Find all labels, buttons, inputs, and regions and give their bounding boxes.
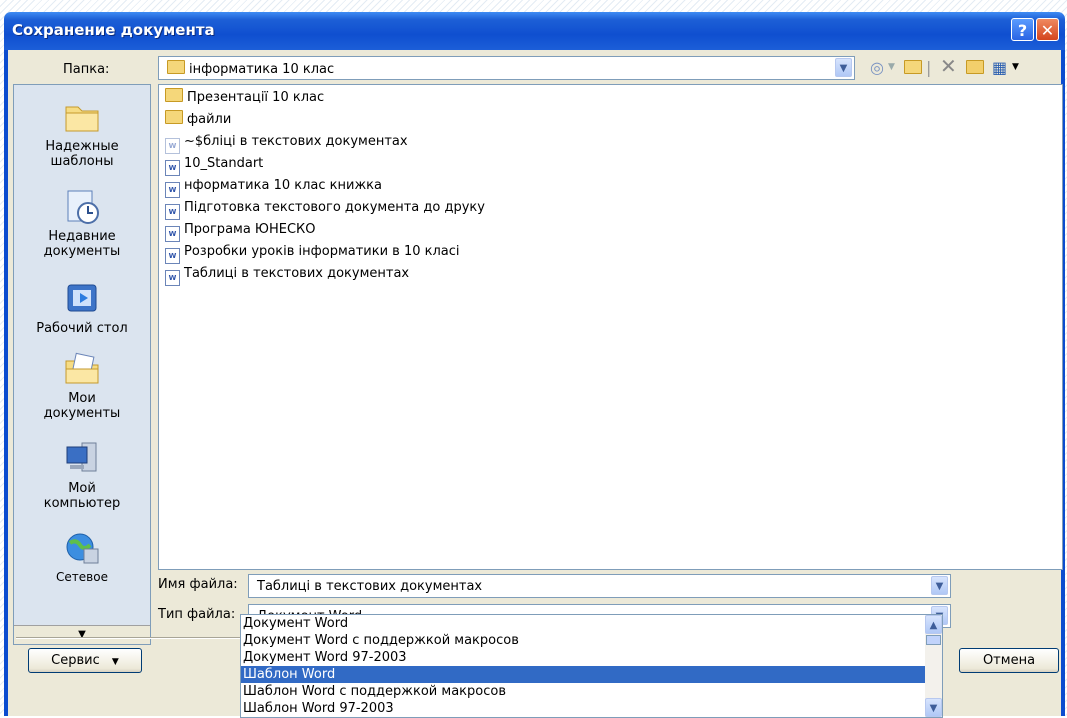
help-button[interactable]: ?: [1011, 18, 1034, 41]
dropdown-scrollbar[interactable]: ▲ ▼: [925, 615, 942, 717]
separator-icon: |: [926, 58, 932, 77]
word-document-icon: W: [165, 248, 180, 264]
chevron-down-icon[interactable]: ▼: [835, 58, 852, 77]
separator: [16, 637, 246, 639]
place-trusted-templates[interactable]: Надежные шаблоны: [14, 99, 150, 169]
filetype-label: Тип файла:: [158, 607, 236, 622]
list-item[interactable]: Презентації 10 клас: [165, 87, 324, 109]
filetype-option[interactable]: Шаблон Word с поддержкой макросов: [241, 683, 942, 700]
list-item[interactable]: файли: [165, 109, 231, 131]
list-item[interactable]: W Програма ЮНЕСКО: [165, 219, 316, 242]
scroll-up-icon[interactable]: ▲: [925, 615, 942, 634]
word-document-icon: W: [165, 182, 180, 198]
my-documents-icon: [65, 352, 99, 384]
list-item[interactable]: W 10_Standart: [165, 153, 263, 176]
dialog-title: Сохранение документа: [12, 21, 215, 39]
folder-label: Папка:: [63, 62, 110, 77]
chevron-down-icon: ▼: [111, 657, 119, 667]
scroll-thumb[interactable]: [926, 635, 941, 645]
cancel-button[interactable]: Отмена: [959, 648, 1059, 673]
filetype-option[interactable]: Документ Word 97-2003: [241, 649, 942, 666]
filetype-dropdown-list[interactable]: Документ Word Документ Word с поддержкой…: [240, 614, 943, 718]
folder-icon: [165, 110, 183, 124]
new-folder-icon[interactable]: [966, 58, 984, 77]
word-document-icon: W: [165, 160, 180, 176]
place-recent-documents[interactable]: Недавние документы: [14, 189, 150, 259]
word-document-icon: W: [165, 226, 180, 242]
folder-icon: [165, 88, 183, 102]
list-item[interactable]: W Розробки уроків інформатики в 10 класі: [165, 241, 460, 264]
list-item[interactable]: Wнформатика 10 клас книжка: [165, 175, 382, 198]
save-dialog: Сохранение документа ? ✕ Папка: інформат…: [4, 12, 1065, 718]
folder-icon: [167, 60, 185, 74]
back-icon[interactable]: ◎: [870, 58, 884, 77]
word-document-icon: W: [165, 204, 180, 220]
place-my-computer[interactable]: Мой компьютер: [14, 441, 150, 511]
back-dropdown-icon[interactable]: ▼: [888, 62, 895, 72]
filetype-option[interactable]: Документ Word с поддержкой макросов: [241, 632, 942, 649]
close-button[interactable]: ✕: [1036, 18, 1059, 41]
place-network[interactable]: Сетевое: [14, 531, 150, 583]
places-scroll-down[interactable]: ▼: [14, 625, 150, 644]
filetype-option[interactable]: Документ Word: [241, 615, 942, 632]
folder-combo[interactable]: інформатика 10 клас ▼: [158, 56, 855, 80]
recent-documents-icon: [67, 190, 99, 224]
network-icon: [66, 533, 99, 564]
service-button[interactable]: Сервис ▼: [28, 648, 142, 673]
list-item[interactable]: W Підготовка текстового документа до друк…: [165, 197, 485, 220]
title-bar[interactable]: Сохранение документа ? ✕: [4, 12, 1065, 50]
delete-icon[interactable]: ✕: [940, 54, 957, 78]
views-dropdown-icon[interactable]: ▼: [1012, 62, 1019, 72]
chevron-down-icon[interactable]: ▼: [931, 576, 948, 595]
filename-label: Имя файла:: [158, 577, 238, 592]
file-list[interactable]: Презентації 10 клас файли W ~$бліці в тек…: [158, 84, 1063, 570]
places-bar: Надежные шаблоны Недавние документы Рабо…: [13, 84, 151, 645]
desktop-icon: [67, 284, 97, 312]
list-item[interactable]: W ~$бліці в текстових документах: [165, 131, 408, 154]
my-computer-icon: [66, 442, 97, 472]
filetype-option[interactable]: Шаблон Word 97-2003: [241, 700, 942, 717]
filetype-option-selected[interactable]: Шаблон Word: [241, 666, 942, 683]
filename-input[interactable]: Таблиці в текстових документах ▼: [248, 574, 951, 598]
list-item[interactable]: W Таблиці в текстових документах: [165, 263, 409, 286]
word-document-icon: W: [165, 270, 180, 286]
folder-icon: [65, 106, 99, 132]
place-desktop[interactable]: Рабочий стол: [14, 281, 150, 336]
scroll-down-icon[interactable]: ▼: [925, 698, 942, 717]
up-folder-icon[interactable]: [904, 58, 922, 77]
views-icon[interactable]: ▦: [992, 58, 1007, 77]
word-document-icon: W: [165, 138, 180, 154]
place-my-documents[interactable]: Мои документы: [14, 351, 150, 421]
folder-value: інформатика 10 клас: [189, 62, 335, 77]
